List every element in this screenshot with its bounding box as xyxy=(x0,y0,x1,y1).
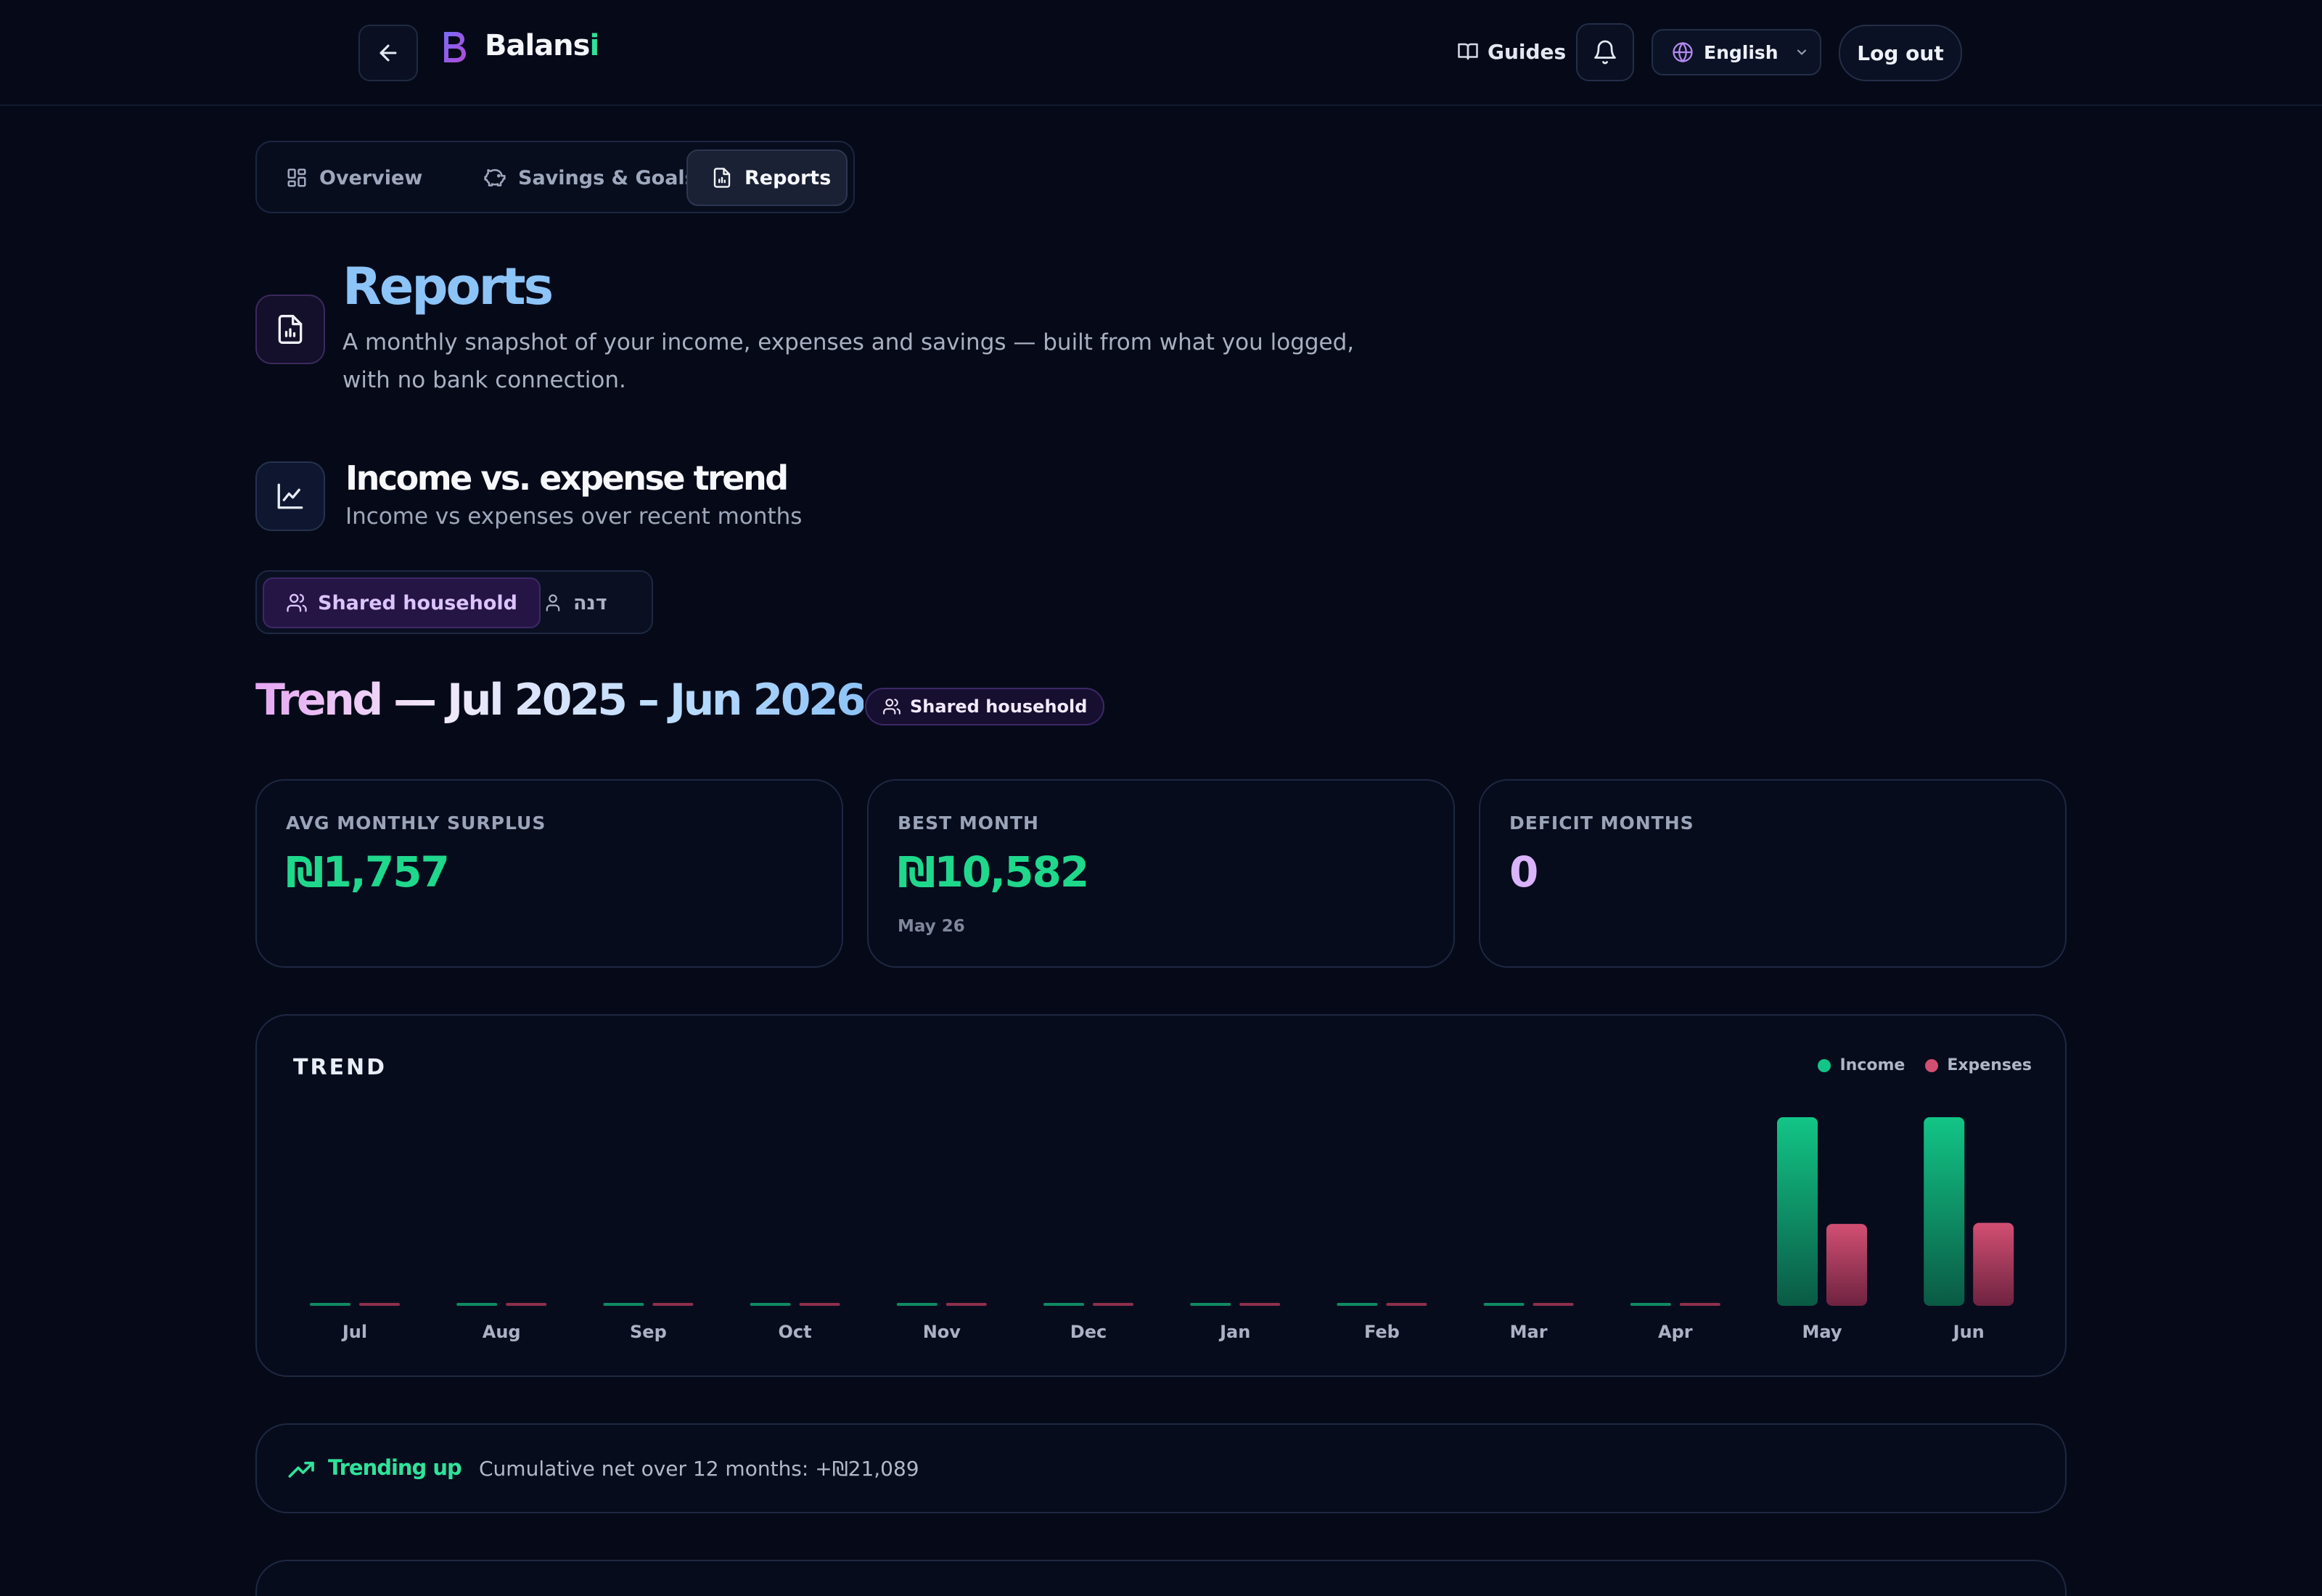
guides-link[interactable]: Guides xyxy=(1457,36,1566,67)
bar-expenses-apr[interactable] xyxy=(1679,1303,1720,1306)
stat-label: AVG MONTHLY SURPLUS xyxy=(286,813,546,834)
globe-icon xyxy=(1672,41,1694,63)
legend-dot xyxy=(1925,1058,1939,1072)
bar-expenses-aug[interactable] xyxy=(506,1303,547,1306)
page-description: A monthly snapshot of your income, expen… xyxy=(342,329,1355,393)
back-button[interactable] xyxy=(358,25,418,81)
language-label: English xyxy=(1704,41,1779,63)
line-chart-icon xyxy=(275,481,305,511)
logo-icon xyxy=(440,29,469,65)
trend-bar-chart: Jul Aug Sep Oct Nov Dec Jan Feb Mar Apr May Jun xyxy=(310,1117,2014,1342)
bar-expenses-mar[interactable] xyxy=(1533,1303,1574,1306)
bar-expenses-sep[interactable] xyxy=(652,1303,694,1306)
guides-label: Guides xyxy=(1488,39,1567,64)
trend-title: Trend — Jul 2025 – Jun 2026 xyxy=(255,675,866,725)
main-tabs: Overview Savings & Goals Reports xyxy=(255,141,855,213)
bar-income-sep[interactable] xyxy=(603,1303,644,1306)
trending-label: Trending up xyxy=(328,1455,462,1480)
legend-dot xyxy=(1818,1058,1831,1072)
tab-reports[interactable]: Reports xyxy=(686,149,848,206)
section-title: Income vs. expense trend xyxy=(345,458,789,498)
scope-badge: Shared household xyxy=(865,688,1105,725)
section-chart-icon-tile xyxy=(255,461,325,531)
stat-value: ₪1,757 xyxy=(286,847,450,897)
report-icon xyxy=(711,166,733,189)
stat-card-best-month: BEST MONTH ₪10,582 May 26 xyxy=(867,779,1455,968)
bar-income-mar[interactable] xyxy=(1483,1303,1525,1306)
chevron-down-icon xyxy=(1794,45,1809,59)
top-header: Balansi Guides English Log out xyxy=(0,0,2322,106)
next-section-card xyxy=(255,1560,2067,1596)
trend-chart-card: Jul Aug Sep Oct Nov Dec Jan Feb Mar Apr May Jun TRE… xyxy=(255,1014,2067,1377)
stat-card-deficit-months: DEFICIT MONTHS 0 xyxy=(1479,779,2067,968)
app-logo-text[interactable]: Balansi xyxy=(485,29,599,62)
scope-option-person[interactable]: דנה xyxy=(521,577,629,628)
users-icon xyxy=(286,592,308,614)
piggy-bank-icon xyxy=(483,166,506,189)
language-select[interactable]: English xyxy=(1652,29,1821,75)
bar-expenses-jul[interactable] xyxy=(359,1303,400,1306)
bar-expenses-dec[interactable] xyxy=(1093,1303,1133,1306)
arrow-left-icon xyxy=(376,41,401,65)
x-tick-label: Jan xyxy=(1218,1322,1250,1342)
x-tick-label: Aug xyxy=(483,1322,521,1342)
bar-expenses-feb[interactable] xyxy=(1386,1303,1427,1306)
scope-option-shared-household[interactable]: Shared household xyxy=(263,577,541,628)
stat-value: 0 xyxy=(1509,847,1538,897)
bar-income-aug[interactable] xyxy=(456,1303,498,1306)
trending-text: Cumulative net over 12 months: +₪21,089 xyxy=(479,1457,919,1481)
stat-label: BEST MONTH xyxy=(898,813,1039,834)
bar-expenses-jun[interactable] xyxy=(1973,1222,2014,1306)
stat-card-avg-surplus: AVG MONTHLY SURPLUS ₪1,757 xyxy=(255,779,843,968)
bar-income-dec[interactable] xyxy=(1043,1303,1084,1306)
tab-overview[interactable]: Overview xyxy=(270,149,438,206)
bar-income-apr[interactable] xyxy=(1630,1303,1671,1306)
legend-item-income: Income xyxy=(1818,1056,1905,1074)
report-icon xyxy=(274,312,306,347)
x-tick-label: Apr xyxy=(1658,1322,1693,1342)
x-tick-label: Nov xyxy=(923,1322,961,1342)
x-tick-label: Jun xyxy=(1952,1322,1985,1342)
bar-income-feb[interactable] xyxy=(1337,1303,1378,1306)
bar-income-jun[interactable] xyxy=(1924,1117,1965,1306)
x-tick-label: May xyxy=(1802,1322,1842,1342)
bar-expenses-jan[interactable] xyxy=(1239,1303,1281,1306)
bar-expenses-oct[interactable] xyxy=(799,1303,840,1306)
notifications-button[interactable] xyxy=(1576,23,1634,81)
trending-up-icon xyxy=(287,1457,316,1481)
chart-title: TREND xyxy=(293,1055,387,1080)
bar-expenses-may[interactable] xyxy=(1826,1224,1867,1306)
grid-icon xyxy=(286,167,308,189)
legend-item-expenses: Expenses xyxy=(1925,1056,2032,1074)
bar-income-jul[interactable] xyxy=(310,1303,350,1306)
x-tick-label: Dec xyxy=(1070,1322,1107,1342)
bar-income-oct[interactable] xyxy=(750,1303,791,1306)
tab-savings-goals[interactable]: Savings & Goals xyxy=(467,149,713,206)
logout-button[interactable]: Log out xyxy=(1839,25,1962,81)
page-title: Reports xyxy=(342,257,554,316)
bar-expenses-nov[interactable] xyxy=(945,1303,987,1306)
book-icon xyxy=(1457,41,1479,62)
x-tick-label: Feb xyxy=(1364,1322,1400,1342)
x-tick-label: Jul xyxy=(341,1322,367,1342)
page-report-icon-tile xyxy=(255,295,325,364)
chart-legend: Income Expenses xyxy=(1818,1056,2032,1074)
x-tick-label: Sep xyxy=(630,1322,667,1342)
x-tick-label: Mar xyxy=(1510,1322,1548,1342)
bell-icon xyxy=(1592,39,1618,65)
bar-income-jan[interactable] xyxy=(1190,1303,1231,1306)
bar-income-may[interactable] xyxy=(1777,1117,1818,1306)
section-subtitle: Income vs expenses over recent months xyxy=(345,503,803,530)
user-icon xyxy=(543,593,563,613)
scope-toggle: Shared household דנה xyxy=(255,570,653,634)
x-tick-label: Oct xyxy=(779,1322,812,1342)
bar-income-nov[interactable] xyxy=(896,1303,938,1306)
stat-value: ₪10,582 xyxy=(898,847,1089,897)
stat-sub: May 26 xyxy=(898,917,965,936)
users-icon xyxy=(882,697,901,716)
stat-label: DEFICIT MONTHS xyxy=(1509,813,1694,834)
trending-summary: Trending up Cumulative net over 12 month… xyxy=(255,1423,2067,1513)
